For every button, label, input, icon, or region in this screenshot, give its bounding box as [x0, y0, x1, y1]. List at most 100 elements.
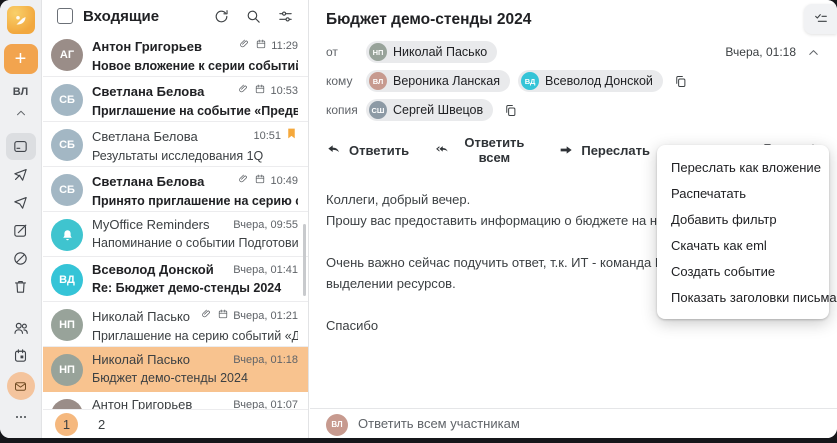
rail-sent-icon[interactable] — [6, 189, 36, 216]
message-time: Вчера, 01:07 — [233, 398, 298, 410]
reply-button[interactable]: Ответить — [326, 142, 409, 158]
message-time: Вчера, 09:55 — [233, 218, 298, 231]
user-avatar-initials[interactable]: ВЛ — [13, 86, 28, 98]
tasks-panel-toggle-button[interactable] — [804, 4, 837, 34]
calendar-icon — [255, 37, 267, 55]
sender-name: Светлана Белова — [92, 83, 205, 99]
rail-bottom-group — [6, 313, 36, 438]
forward-button[interactable]: Переслать — [558, 142, 650, 158]
avatar: СБ — [51, 84, 83, 116]
rail-contacts-icon[interactable] — [6, 314, 36, 341]
menu-item-download-eml[interactable]: Скачать как eml — [657, 232, 829, 258]
rail-trash-icon[interactable] — [6, 273, 36, 300]
attachment-icon — [238, 172, 250, 190]
avatar: СШ — [369, 101, 387, 119]
message-subject: Принято приглашение на серию событий «..… — [92, 194, 298, 208]
message-date: Вчера, 01:18 — [725, 45, 796, 59]
collapse-header-button[interactable] — [806, 45, 821, 60]
folder-title: Входящие — [83, 7, 160, 25]
rail-inbox-icon[interactable] — [5, 133, 36, 160]
select-all-checkbox[interactable] — [57, 8, 73, 24]
pagination: 1 2 — [43, 409, 308, 438]
list-item[interactable]: АГ Антон Григорьев Вчера, 01:07 — [43, 392, 308, 409]
calendar-icon — [217, 307, 229, 325]
message-time: 10:53 — [270, 85, 298, 97]
rail-spam-icon[interactable] — [6, 245, 36, 272]
rail-mail-icon[interactable] — [6, 370, 36, 402]
cc-chip[interactable]: СШ Сергей Швецов — [366, 99, 494, 121]
list-scrollbar[interactable] — [303, 224, 306, 296]
list-item[interactable]: СБ Светлана Белова 10:53 Приглашение на … — [43, 77, 308, 122]
message-time: 11:29 — [271, 40, 298, 52]
checklist-icon — [814, 14, 827, 22]
reply-icon — [328, 145, 339, 153]
calendar-icon — [254, 82, 266, 100]
cc-label: копия — [326, 103, 358, 117]
calendar-icon — [254, 172, 266, 190]
rail-more-icon[interactable] — [6, 403, 36, 430]
message-subject: Новое вложение к серии событий «Аналити.… — [92, 59, 298, 73]
message-context-menu: Переслать как вложение Распечатать Добав… — [657, 145, 837, 319]
attachment-icon — [238, 82, 250, 100]
from-chip[interactable]: НП Николай Пасько — [366, 41, 498, 63]
avatar — [51, 219, 83, 251]
menu-item-show-headers[interactable]: Показать заголовки письма — [657, 284, 837, 310]
bell-icon — [62, 229, 72, 240]
sender-name: Светлана Белова — [92, 173, 205, 189]
attachment-icon — [239, 37, 251, 55]
menu-item-add-filter[interactable]: Добавить фильтр — [657, 206, 829, 232]
menu-item-create-event[interactable]: Создать событие — [657, 258, 829, 284]
copy-recipients-button[interactable] — [673, 74, 688, 89]
list-item[interactable]: СБ Светлана Белова 10:49 Принято приглаш… — [43, 167, 308, 212]
compose-new-button[interactable]: + — [3, 44, 38, 74]
list-item[interactable]: НП Николай Пасько Вчера, 01:21 Приглашен… — [43, 302, 308, 347]
message-time: 10:51 — [253, 130, 281, 142]
message-subject: Приглашение на серию событий «Демо стен.… — [92, 329, 298, 343]
rail-calendar-icon[interactable] — [6, 342, 36, 369]
avatar: АГ — [51, 399, 83, 409]
avatar: НП — [369, 43, 387, 61]
sender-name: Николай Пасько — [92, 308, 191, 324]
avatar: ВД — [51, 264, 83, 296]
menu-item-print[interactable]: Распечатать — [657, 180, 829, 206]
sender-name: Всеволод Донской — [92, 262, 214, 277]
menu-item-forward-as-attachment[interactable]: Переслать как вложение — [657, 154, 829, 180]
list-item[interactable]: MyOffice Reminders Вчера, 09:55 Напомина… — [43, 212, 308, 257]
message-time: Вчера, 01:41 — [233, 263, 298, 276]
copy-icon — [506, 104, 516, 116]
chevron-up-icon — [809, 49, 818, 55]
avatar: НП — [51, 309, 83, 341]
avatar: ВЛ — [369, 72, 387, 90]
page-2-button[interactable]: 2 — [98, 417, 105, 432]
copy-cc-button[interactable] — [503, 103, 518, 118]
message-meta: от НП Николай Пасько Вчера, 01:18 кому В… — [310, 35, 837, 129]
chevron-up-icon[interactable] — [14, 106, 28, 125]
mail-list-panel: Входящие АГ Антон Григорьев 11:29 Новое … — [43, 0, 309, 438]
list-item-selected[interactable]: НП Николай Пасько Вчера, 01:18 Бюджет де… — [43, 347, 308, 392]
list-item[interactable]: ВД Всеволод Донской Вчера, 01:41 Re: Бюд… — [43, 257, 308, 302]
refresh-icon[interactable] — [213, 8, 230, 25]
message-title: Бюджет демо-стенды 2024 — [326, 11, 532, 28]
list-item[interactable]: АГ Антон Григорьев 11:29 Новое вложение … — [43, 32, 308, 77]
to-label: кому — [326, 74, 353, 88]
avatar: АГ — [51, 39, 83, 71]
message-subject: Бюджет демо-стенды 2024 — [92, 371, 248, 385]
rail-drafts-icon[interactable] — [6, 217, 36, 244]
sender-name: Антон Григорьев — [92, 397, 193, 409]
sender-name: Николай Пасько — [92, 352, 191, 367]
message-subject: Результаты исследования 1Q — [92, 149, 264, 163]
message-time: 10:49 — [270, 175, 298, 187]
to-chip[interactable]: ВЛ Вероника Ланская — [366, 70, 511, 92]
page-1-button[interactable]: 1 — [55, 412, 78, 436]
list-item[interactable]: СБ Светлана Белова 10:51 Результаты иссл… — [43, 122, 308, 167]
avatar: ВД — [521, 72, 540, 90]
rail-outbox-icon[interactable] — [6, 161, 36, 188]
flag-bookmark-icon — [285, 127, 298, 145]
to-chip[interactable]: ВД Всеволод Донской — [518, 70, 663, 92]
filter-sliders-icon[interactable] — [277, 8, 294, 25]
user-avatar: ВЛ — [326, 413, 348, 436]
reply-all-button[interactable]: Ответить всем — [435, 135, 532, 165]
search-icon[interactable] — [245, 8, 262, 25]
quick-reply-bar[interactable]: ВЛ Ответить всем участникам — [310, 408, 837, 438]
quick-reply-placeholder: Ответить всем участникам — [358, 416, 520, 431]
